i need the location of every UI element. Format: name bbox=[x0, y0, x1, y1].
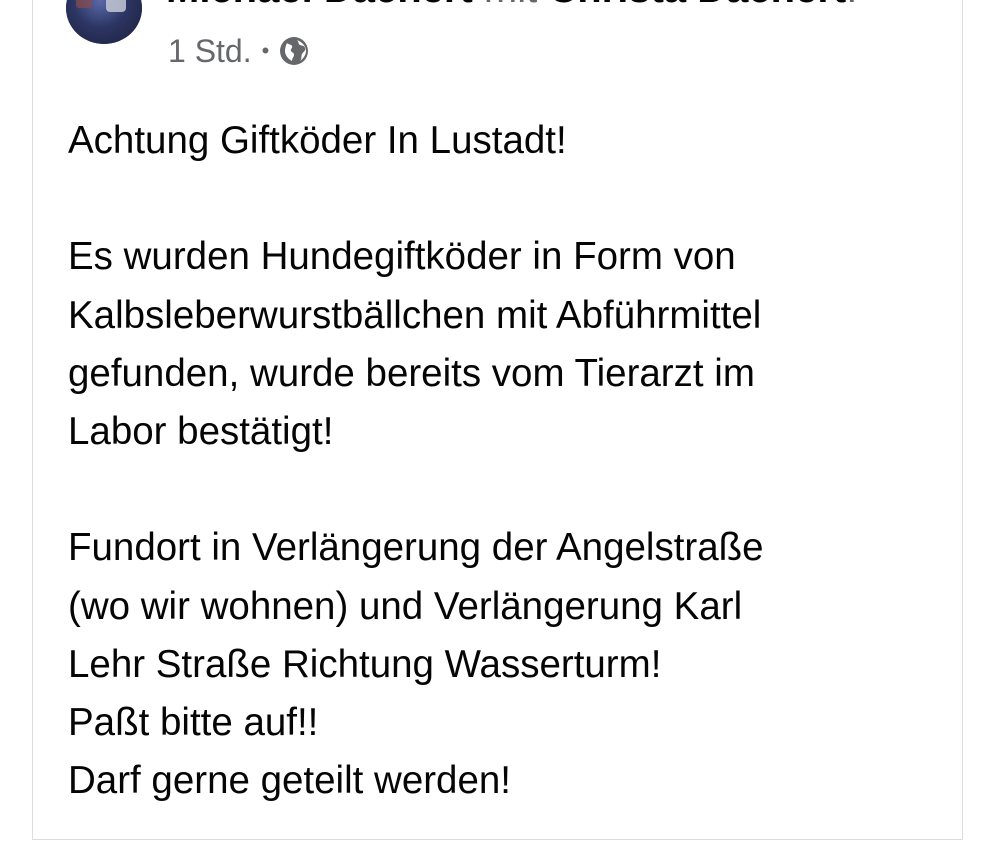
header-trailing: . bbox=[846, 0, 857, 11]
post-text-line: gefunden, wurde bereits vom Tierarzt im bbox=[68, 351, 755, 395]
post-text-line: Lehr Straße Richtung Wasserturm! bbox=[68, 642, 662, 686]
post-timestamp[interactable]: 1 Std. bbox=[168, 33, 252, 70]
post-text-line: Es wurden Hundegiftköder in Form von bbox=[68, 235, 736, 279]
screenshot-page: Michael Dachert mit Christa Dachert. 1 S… bbox=[0, 0, 998, 863]
post-text-line: Kalbsleberwurstbällchen mit Abführmittel bbox=[68, 293, 762, 337]
author-name[interactable]: Michael Dachert bbox=[166, 0, 473, 11]
post-meta: 1 Std. • bbox=[168, 30, 309, 72]
tagged-person-name[interactable]: Christa Dachert bbox=[548, 0, 846, 11]
post-text-line: Achtung Giftköder In Lustadt! bbox=[68, 119, 567, 162]
meta-separator: • bbox=[261, 38, 270, 63]
post-text-line: Labor bestätigt! bbox=[68, 409, 334, 453]
post-text-line: (wo wir wohnen) und Verlängerung Karl bbox=[68, 584, 743, 628]
post-text-line: Paßt bitte auf!! bbox=[68, 700, 319, 744]
post-text-line: Darf gerne geteilt werden! bbox=[68, 759, 511, 803]
post-text-line: Fundort in Verlängerung der Angelstraße bbox=[68, 526, 764, 570]
post-header: Michael Dachert mit Christa Dachert. bbox=[166, 0, 857, 12]
globe-icon[interactable] bbox=[279, 36, 309, 66]
avatar[interactable] bbox=[66, 0, 142, 44]
post-text: Achtung Giftköder In Lustadt! Es wurden H… bbox=[68, 112, 948, 810]
with-word: mit bbox=[484, 0, 537, 11]
